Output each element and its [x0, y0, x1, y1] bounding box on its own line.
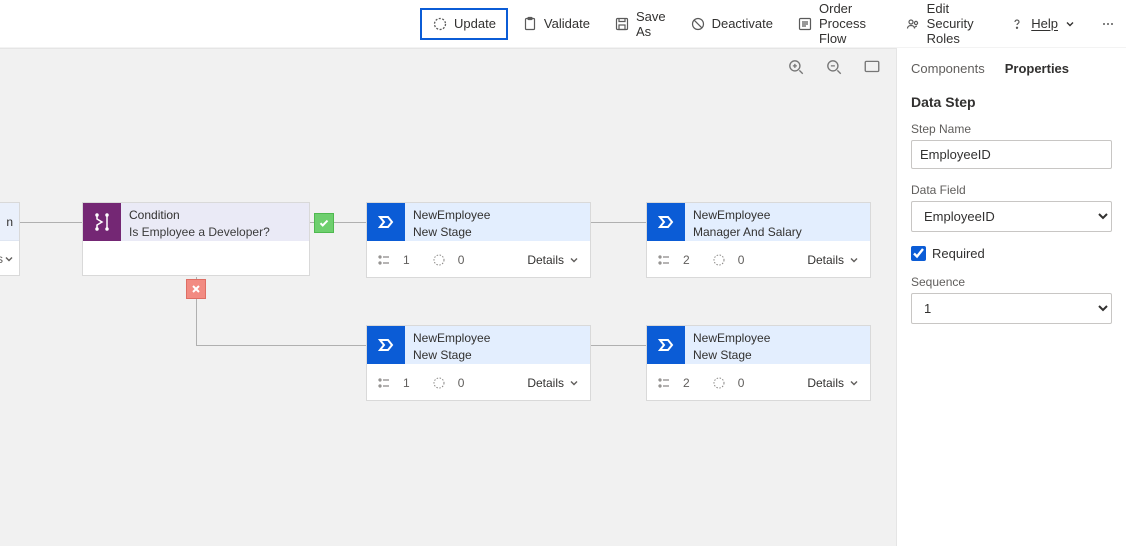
- order-icon: [797, 16, 813, 32]
- clipboard-icon: [522, 16, 538, 32]
- chevron-down-icon: [848, 377, 860, 389]
- stage-node[interactable]: NewEmployee New Stage 1 0 Details: [366, 325, 591, 401]
- stage-icon: [647, 203, 685, 241]
- process-count: 0: [738, 376, 745, 390]
- zoom-in-button[interactable]: [786, 57, 806, 77]
- zoom-out-button[interactable]: [824, 57, 844, 77]
- stage-node[interactable]: NewEmployee New Stage 1 0 Details: [366, 202, 591, 278]
- stage-title: New Stage: [413, 347, 582, 364]
- steps-count: 2: [683, 376, 690, 390]
- data-field-label: Data Field: [911, 183, 1112, 197]
- stage-title: Manager And Salary: [693, 224, 862, 241]
- steps-icon: [657, 376, 671, 390]
- details-toggle[interactable]: Details: [527, 253, 580, 267]
- connector: [591, 345, 646, 346]
- deactivate-icon: [690, 16, 706, 32]
- update-label: Update: [454, 16, 496, 31]
- order-label: Order Process Flow: [819, 1, 881, 46]
- stage-entity: NewEmployee: [413, 207, 582, 224]
- connector: [20, 222, 82, 223]
- steps-icon: [377, 376, 391, 390]
- details-toggle[interactable]: Details: [807, 253, 860, 267]
- steps-count: 2: [683, 253, 690, 267]
- no-badge: [186, 279, 206, 299]
- steps-icon: [657, 253, 671, 267]
- canvas-tools: [786, 57, 882, 77]
- stage-icon: [367, 326, 405, 364]
- condition-icon: [83, 203, 121, 241]
- command-bar: Update Validate Save As Deactivate Order…: [0, 0, 1126, 48]
- sequence-select[interactable]: 1: [911, 293, 1112, 324]
- properties-panel: Components Properties Data Step Step Nam…: [896, 48, 1126, 546]
- save-as-label: Save As: [636, 9, 666, 39]
- chevron-down-icon: [3, 253, 15, 265]
- steps-icon: [377, 253, 391, 267]
- help-button[interactable]: Help: [999, 10, 1086, 38]
- connector: [591, 222, 646, 223]
- condition-title: Condition: [129, 207, 301, 224]
- connector: [196, 345, 366, 346]
- stage-title: New Stage: [413, 224, 582, 241]
- process-count: 0: [458, 253, 465, 267]
- deactivate-label: Deactivate: [712, 16, 773, 31]
- stage-title: New Stage: [693, 347, 862, 364]
- stage-node-partial[interactable]: n ls: [0, 202, 20, 276]
- process-icon: [432, 376, 446, 390]
- sequence-label: Sequence: [911, 275, 1112, 289]
- data-field-select[interactable]: EmployeeID: [911, 201, 1112, 232]
- stage-entity: NewEmployee: [693, 207, 862, 224]
- help-icon: [1009, 16, 1025, 32]
- stage-entity: NewEmployee: [413, 330, 582, 347]
- step-name-label: Step Name: [911, 122, 1112, 136]
- chevron-down-icon: [568, 377, 580, 389]
- stage-node[interactable]: NewEmployee Manager And Salary 2 0 Detai…: [646, 202, 871, 278]
- details-toggle[interactable]: Details: [527, 376, 580, 390]
- help-label: Help: [1031, 16, 1058, 31]
- required-checkbox[interactable]: [911, 246, 926, 261]
- process-count: 0: [738, 253, 745, 267]
- flow-canvas[interactable]: n ls Condition Is Employee a Developer?: [0, 48, 896, 546]
- overflow-button[interactable]: [1090, 10, 1126, 38]
- steps-count: 1: [403, 376, 410, 390]
- required-label: Required: [932, 246, 985, 261]
- chevron-down-icon: [568, 254, 580, 266]
- panel-heading: Data Step: [911, 94, 1112, 110]
- more-icon: [1100, 16, 1116, 32]
- process-icon: [432, 253, 446, 267]
- save-as-button[interactable]: Save As: [604, 3, 676, 45]
- validate-label: Validate: [544, 16, 590, 31]
- process-icon: [712, 253, 726, 267]
- security-roles-button[interactable]: Edit Security Roles: [895, 0, 996, 52]
- stage-icon: [647, 326, 685, 364]
- order-process-button[interactable]: Order Process Flow: [787, 0, 891, 52]
- steps-count: 1: [403, 253, 410, 267]
- step-name-input[interactable]: [911, 140, 1112, 169]
- security-label: Edit Security Roles: [927, 1, 986, 46]
- chevron-down-icon: [848, 254, 860, 266]
- people-icon: [905, 16, 921, 32]
- chevron-down-icon: [1064, 18, 1076, 30]
- yes-badge: [314, 213, 334, 233]
- tab-components[interactable]: Components: [911, 61, 985, 76]
- condition-subtitle: Is Employee a Developer?: [129, 224, 301, 241]
- validate-button[interactable]: Validate: [512, 10, 600, 38]
- fit-button[interactable]: [862, 57, 882, 77]
- stage-entity: NewEmployee: [693, 330, 862, 347]
- partial-title: n: [6, 215, 13, 229]
- deactivate-button[interactable]: Deactivate: [680, 10, 783, 38]
- update-icon: [432, 16, 448, 32]
- tab-properties[interactable]: Properties: [1005, 61, 1069, 76]
- process-count: 0: [458, 376, 465, 390]
- stage-icon: [367, 203, 405, 241]
- process-icon: [712, 376, 726, 390]
- save-icon: [614, 16, 630, 32]
- details-toggle[interactable]: Details: [807, 376, 860, 390]
- condition-node[interactable]: Condition Is Employee a Developer?: [82, 202, 310, 276]
- update-button[interactable]: Update: [420, 8, 508, 40]
- stage-node[interactable]: NewEmployee New Stage 2 0 Details: [646, 325, 871, 401]
